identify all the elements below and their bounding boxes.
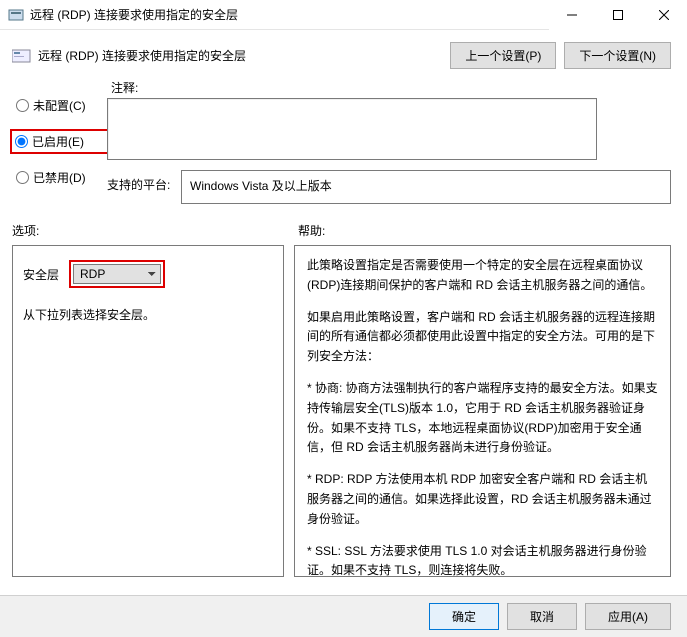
header-row: 远程 (RDP) 连接要求使用指定的安全层 上一个设置(P) 下一个设置(N) xyxy=(0,30,687,79)
radio-not-configured-label: 未配置(C) xyxy=(33,97,86,114)
apply-button[interactable]: 应用(A) xyxy=(585,603,671,630)
policy-header-icon xyxy=(12,48,32,64)
minimize-button[interactable] xyxy=(549,0,595,30)
next-setting-button[interactable]: 下一个设置(N) xyxy=(564,42,671,69)
platform-value: Windows Vista 及以上版本 xyxy=(181,170,671,204)
radio-not-configured[interactable]: 未配置(C) xyxy=(16,97,107,114)
policy-icon xyxy=(8,7,24,23)
radio-disabled-input[interactable] xyxy=(16,171,29,184)
help-pane[interactable]: 此策略设置指定是否需要使用一个特定的安全层在远程桌面协议(RDP)连接期间保护的… xyxy=(294,245,671,577)
maximize-button[interactable] xyxy=(595,0,641,30)
help-text: * 协商: 协商方法强制执行的客户端程序支持的最安全方法。如果支持传输层安全(T… xyxy=(307,379,658,458)
titlebar: 远程 (RDP) 连接要求使用指定的安全层 xyxy=(0,0,687,30)
radio-disabled[interactable]: 已禁用(D) xyxy=(16,169,107,186)
comment-label: 注释: xyxy=(107,79,671,96)
ok-button[interactable]: 确定 xyxy=(429,603,499,630)
platform-label: 支持的平台: xyxy=(107,170,181,193)
security-layer-desc: 从下拉列表选择安全层。 xyxy=(23,306,273,323)
radio-enabled-label: 已启用(E) xyxy=(32,133,84,150)
radio-enabled-input[interactable] xyxy=(15,135,28,148)
help-text: 此策略设置指定是否需要使用一个特定的安全层在远程桌面协议(RDP)连接期间保护的… xyxy=(307,256,658,296)
radio-disabled-label: 已禁用(D) xyxy=(33,169,86,186)
security-layer-select[interactable]: RDP xyxy=(73,264,161,284)
options-heading: 选项: xyxy=(12,222,298,239)
state-radios: 未配置(C) 已启用(E) 已禁用(D) xyxy=(16,79,107,204)
close-button[interactable] xyxy=(641,0,687,30)
window-title: 远程 (RDP) 连接要求使用指定的安全层 xyxy=(30,6,549,23)
prev-setting-button[interactable]: 上一个设置(P) xyxy=(450,42,556,69)
security-layer-label: 安全层 xyxy=(23,266,59,283)
help-text: * SSL: SSL 方法要求使用 TLS 1.0 对会话主机服务器进行身份验证… xyxy=(307,542,658,577)
radio-not-configured-input[interactable] xyxy=(16,99,29,112)
cancel-button[interactable]: 取消 xyxy=(507,603,577,630)
radio-enabled[interactable]: 已启用(E) xyxy=(13,132,107,151)
options-pane: 安全层 RDP 从下拉列表选择安全层。 xyxy=(12,245,284,577)
help-heading: 帮助: xyxy=(298,222,671,239)
comment-textarea[interactable] xyxy=(107,98,597,160)
dialog-footer: 确定 取消 应用(A) xyxy=(0,595,687,637)
policy-title: 远程 (RDP) 连接要求使用指定的安全层 xyxy=(38,47,442,64)
help-text: 如果启用此策略设置，客户端和 RD 会话主机服务器的远程连接期间的所有通信都必须… xyxy=(307,308,658,367)
help-text: * RDP: RDP 方法使用本机 RDP 加密安全客户端和 RD 会话主机服务… xyxy=(307,470,658,529)
